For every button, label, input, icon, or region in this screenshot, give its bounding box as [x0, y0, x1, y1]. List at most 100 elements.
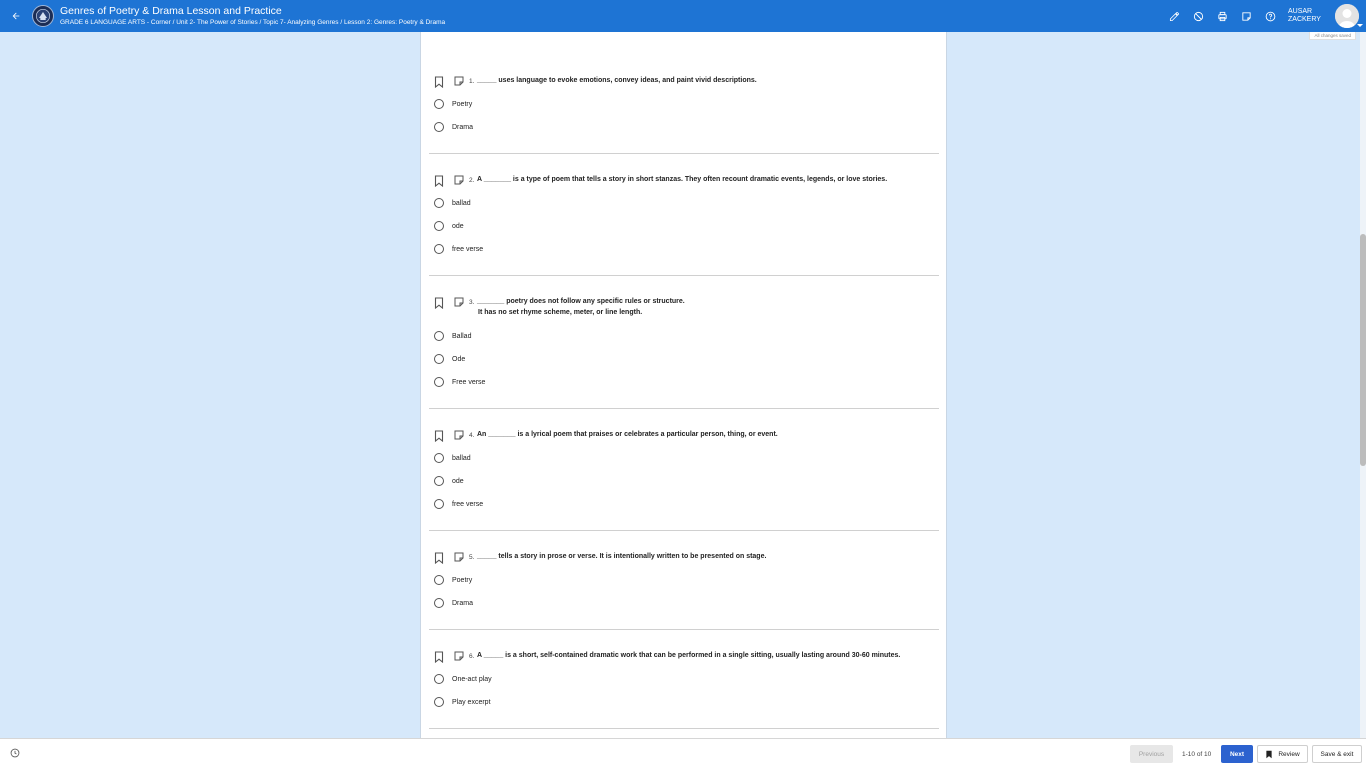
- question-number: 1.: [469, 78, 475, 85]
- bookmark-icon[interactable]: [434, 651, 444, 663]
- notes-button[interactable]: [1234, 0, 1258, 32]
- radio-button[interactable]: [434, 377, 444, 387]
- notes-icon: [1241, 11, 1251, 21]
- eliminator-icon: [1193, 11, 1203, 21]
- question-text: _______ poetry does not follow any speci…: [477, 298, 685, 305]
- answer-option[interactable]: Drama: [434, 597, 473, 609]
- save-status: All changes saved: [1309, 32, 1356, 40]
- radio-button[interactable]: [434, 331, 444, 341]
- scrollbar[interactable]: [1360, 32, 1366, 738]
- radio-button[interactable]: [434, 674, 444, 684]
- bookmark-icon[interactable]: [434, 76, 444, 88]
- radio-button[interactable]: [434, 598, 444, 608]
- note-icon[interactable]: [454, 175, 464, 185]
- question-number: 2.: [469, 177, 475, 184]
- answer-option[interactable]: One-act play: [434, 673, 492, 685]
- option-label: Ballad: [452, 332, 472, 340]
- bookmark-icon[interactable]: [434, 430, 444, 442]
- question-4: 4. An _______ is a lyrical poem that pra…: [429, 430, 939, 531]
- radio-button[interactable]: [434, 122, 444, 132]
- print-button[interactable]: [1210, 0, 1234, 32]
- save-exit-button[interactable]: Save & exit: [1312, 745, 1362, 763]
- footer-bar: Previous 1-10 of 10 Next Review Save & e…: [0, 738, 1366, 768]
- help-button[interactable]: [1258, 0, 1282, 32]
- radio-button[interactable]: [434, 453, 444, 463]
- scrollbar-thumb[interactable]: [1360, 234, 1366, 466]
- bookmark-icon[interactable]: [434, 175, 444, 187]
- option-label: Free verse: [452, 378, 486, 386]
- back-button[interactable]: [0, 0, 32, 32]
- radio-button[interactable]: [434, 575, 444, 585]
- answer-option[interactable]: ode: [434, 475, 464, 487]
- option-label: Poetry: [452, 576, 473, 584]
- question-panel: 1. _____ uses language to evoke emotions…: [420, 32, 947, 738]
- caret-down-icon[interactable]: [1357, 24, 1363, 27]
- question-number: 5.: [469, 554, 475, 561]
- answer-option[interactable]: free verse: [434, 243, 483, 255]
- page-indicator: 1-10 of 10: [1182, 751, 1212, 758]
- option-label: Drama: [452, 123, 474, 131]
- pencil-button[interactable]: [1162, 0, 1186, 32]
- bookmark-icon[interactable]: [434, 297, 444, 309]
- radio-button[interactable]: [434, 221, 444, 231]
- clock-icon[interactable]: [10, 748, 20, 758]
- note-icon[interactable]: [454, 552, 464, 562]
- eliminator-button[interactable]: [1186, 0, 1210, 32]
- answer-option[interactable]: ballad: [434, 197, 471, 209]
- user-avatar-icon: [1335, 4, 1359, 28]
- top-bar: Genres of Poetry & Drama Lesson and Prac…: [0, 0, 1366, 32]
- question-2: 2. A _______ is a type of poem that tell…: [429, 175, 939, 276]
- option-label: Ode: [452, 355, 466, 363]
- note-icon[interactable]: [454, 430, 464, 440]
- answer-option[interactable]: Ballad: [434, 330, 471, 342]
- question-3: 3. _______ poetry does not follow any sp…: [429, 297, 939, 409]
- user-first-name: AUSAR: [1288, 8, 1313, 15]
- print-icon: [1217, 11, 1227, 21]
- note-icon[interactable]: [454, 651, 464, 661]
- question-text: A _______ is a type of poem that tells a…: [477, 176, 888, 183]
- question-6: 6. A _____ is a short, self-contained dr…: [429, 651, 939, 729]
- radio-button[interactable]: [434, 499, 444, 509]
- radio-button[interactable]: [434, 697, 444, 707]
- answer-option[interactable]: Free verse: [434, 376, 485, 388]
- radio-button[interactable]: [434, 354, 444, 364]
- option-label: free verse: [452, 500, 484, 508]
- help-icon: [1265, 11, 1275, 21]
- option-label: Drama: [452, 599, 474, 607]
- user-name[interactable]: AUSAR ZACKERY: [1288, 8, 1328, 24]
- question-text: _____ tells a story in prose or verse. I…: [477, 553, 767, 560]
- answer-option[interactable]: Poetry: [434, 98, 472, 110]
- option-label: free verse: [452, 245, 484, 253]
- note-icon[interactable]: [454, 297, 464, 307]
- question-text: An _______ is a lyrical poem that praise…: [477, 431, 778, 438]
- note-icon[interactable]: [454, 76, 464, 86]
- radio-button[interactable]: [434, 99, 444, 109]
- question-text: A _____ is a short, self-contained drama…: [477, 652, 901, 659]
- previous-button[interactable]: Previous: [1130, 745, 1173, 763]
- avatar[interactable]: [1335, 4, 1359, 28]
- option-label: ode: [452, 477, 464, 485]
- answer-option[interactable]: ode: [434, 220, 464, 232]
- bookmark-icon[interactable]: [434, 552, 444, 564]
- question-text: _____ uses language to evoke emotions, c…: [477, 77, 757, 84]
- breadcrumb: GRADE 6 LANGUAGE ARTS - Corner / Unit 2-…: [60, 18, 446, 26]
- answer-option[interactable]: Drama: [434, 121, 473, 133]
- answer-option[interactable]: free verse: [434, 498, 483, 510]
- answer-option[interactable]: ballad: [434, 452, 471, 464]
- next-button[interactable]: Next: [1221, 745, 1253, 763]
- answer-option[interactable]: Poetry: [434, 574, 472, 586]
- answer-option[interactable]: Ode: [434, 353, 465, 365]
- review-button[interactable]: Review: [1257, 745, 1308, 763]
- radio-button[interactable]: [434, 198, 444, 208]
- radio-button[interactable]: [434, 244, 444, 254]
- pencil-icon: [1169, 11, 1179, 21]
- option-label: ode: [452, 222, 464, 230]
- user-last-name: ZACKERY: [1288, 16, 1321, 23]
- radio-button[interactable]: [434, 476, 444, 486]
- option-label: ballad: [452, 454, 471, 462]
- answer-option[interactable]: Play excerpt: [434, 696, 491, 708]
- school-logo: [32, 5, 54, 27]
- question-number: 3.: [469, 299, 475, 306]
- page-title: Genres of Poetry & Drama Lesson and Prac…: [60, 4, 282, 17]
- question-text-line2: It has no set rhyme scheme, meter, or li…: [478, 309, 643, 316]
